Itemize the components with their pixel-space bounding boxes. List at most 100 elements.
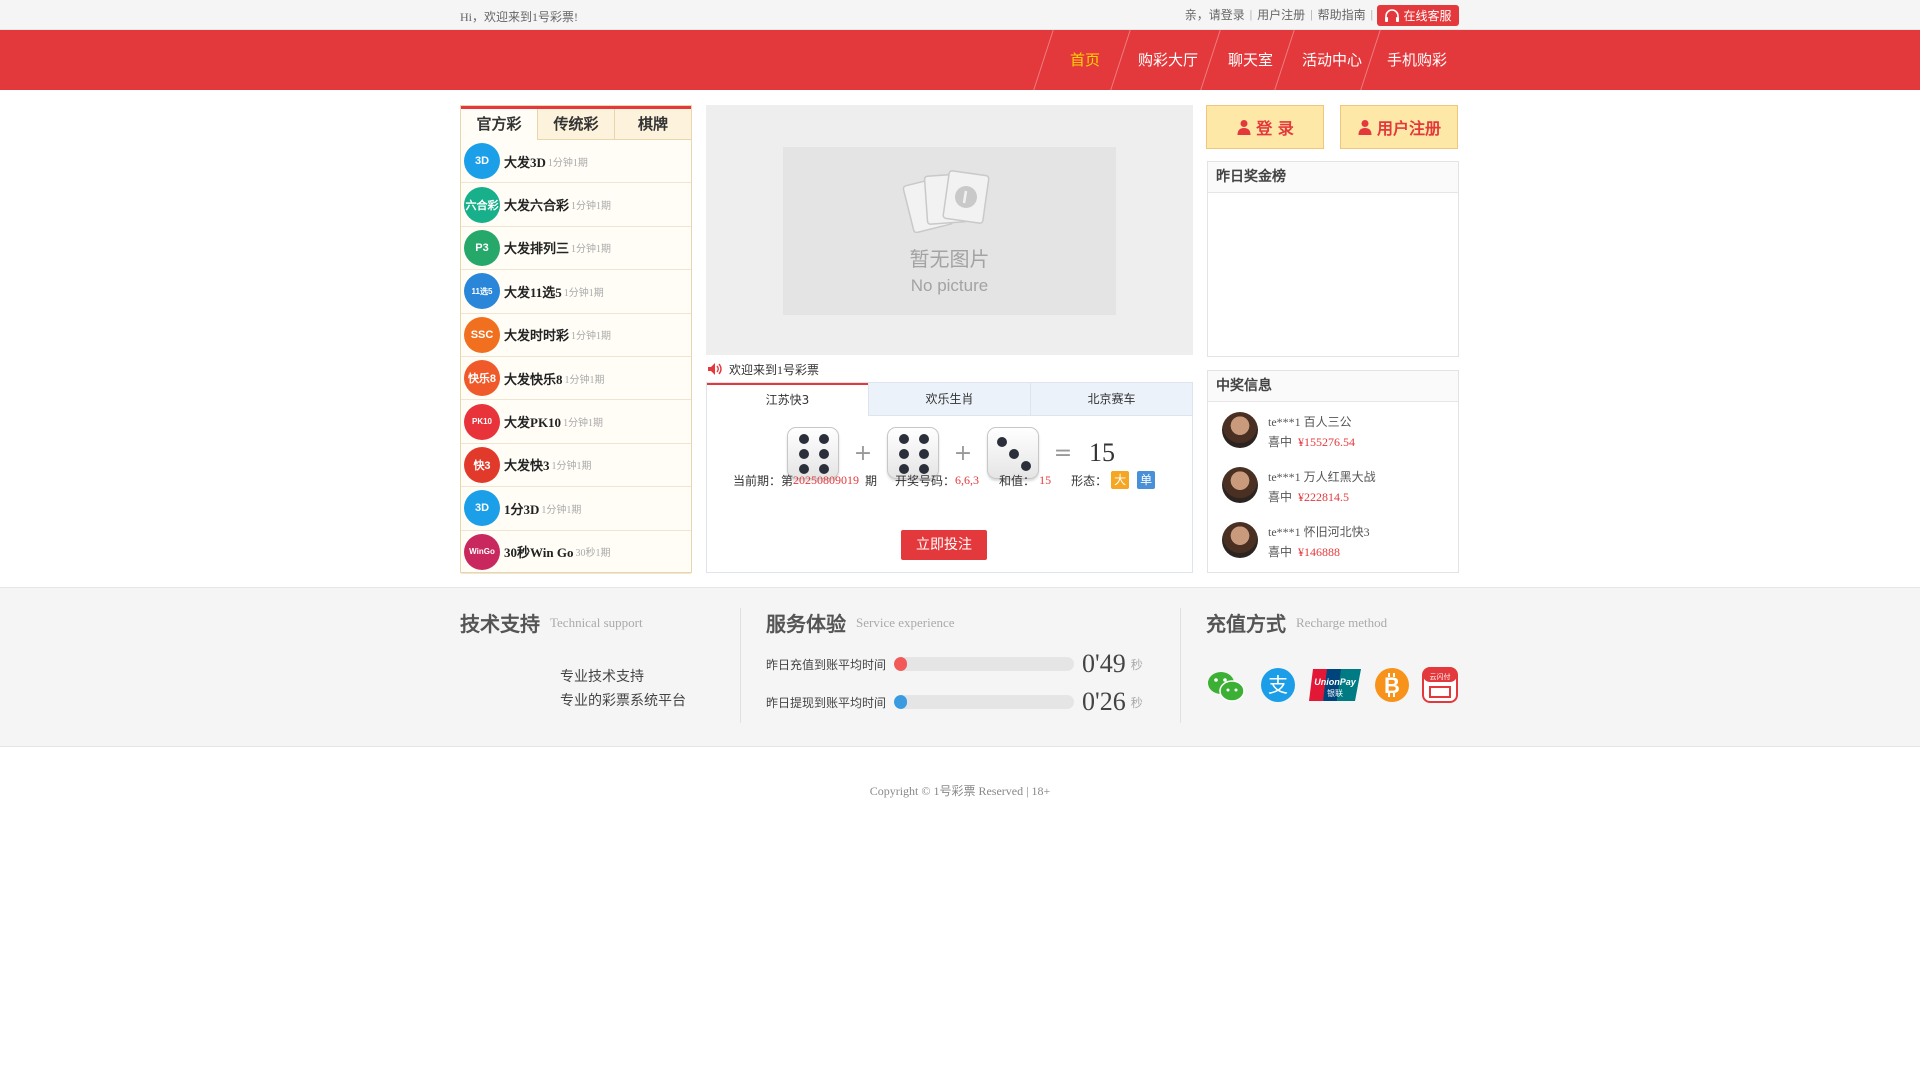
alipay-icon: 支 <box>1260 667 1296 703</box>
help-link[interactable]: 帮助指南 <box>1318 6 1366 23</box>
register-button[interactable]: 用户注册 <box>1340 105 1458 149</box>
lottery-item[interactable]: 3D 1分3D 1分钟1期 <box>461 487 691 531</box>
svg-text:UnionPay: UnionPay <box>1314 677 1357 687</box>
tab-zodiac[interactable]: 欢乐生肖 <box>868 383 1030 416</box>
sum-value: 15 <box>1039 472 1052 487</box>
withdraw-time-unit: 秒 <box>1130 695 1143 710</box>
svg-text:云闪付: 云闪付 <box>1430 672 1451 681</box>
wechat-icon <box>1206 667 1246 707</box>
lottery-item[interactable]: P3 大发排列三 1分钟1期 <box>461 227 691 271</box>
lottery-logo-icon: 3D <box>464 143 500 180</box>
yesterday-prize-panel: 昨日奖金榜 <box>1207 161 1459 357</box>
lottery-period: 1分钟1期 <box>563 287 604 299</box>
divider <box>1180 608 1181 723</box>
die-pip <box>919 434 930 445</box>
recharge-time-row: 昨日充值到账平均时间 0'49 秒 <box>766 649 1143 679</box>
nav-divider <box>1200 30 1221 90</box>
lottery-logo-icon: 3D <box>464 490 500 527</box>
nav-item-lottery-hall[interactable]: 购彩大厅 <box>1138 30 1198 90</box>
withdraw-time-value: 0'26 <box>1082 687 1126 716</box>
bet-now-button[interactable]: 立即投注 <box>901 530 987 560</box>
winner-user: te***1 <box>1268 525 1301 539</box>
lottery-item[interactable]: 3D 大发3D 1分钟1期 <box>461 140 691 184</box>
online-service-label: 在线客服 <box>1403 9 1452 23</box>
tab-traditional[interactable]: 传统彩 <box>537 109 614 140</box>
lottery-logo-icon: WinGo <box>464 533 500 570</box>
main-nav: 首页 购彩大厅 聊天室 活动中心 手机购彩 <box>0 30 1920 90</box>
service-title: 服务体验 <box>766 612 846 636</box>
divider <box>740 608 741 723</box>
nav-divider <box>1360 30 1381 90</box>
winner-item: te***1 万人红黑大战 喜中 ¥222814.5 <box>1208 457 1458 512</box>
plus-sign: + <box>953 440 973 466</box>
login-link[interactable]: 亲，请登录 <box>1185 6 1245 23</box>
lottery-name: 大发PK10 <box>504 415 562 431</box>
winners-list: te***1 百人三公 喜中 ¥155276.54 te***1 万人红黑大战 喜中 ¥2… <box>1208 402 1458 567</box>
nav-item-chatroom[interactable]: 聊天室 <box>1228 30 1273 90</box>
winner-amount: ¥222814.5 <box>1298 490 1350 504</box>
online-service-button[interactable]: 在线客服 <box>1377 5 1459 26</box>
nav-item-home[interactable]: 首页 <box>1070 30 1100 90</box>
withdraw-time-label: 昨日提现到账平均时间 <box>766 695 887 710</box>
tab-jiangsu-k3[interactable]: 江苏快3 <box>707 383 868 416</box>
lottery-name: 大发11选5 <box>504 284 562 300</box>
avatar <box>1222 522 1258 558</box>
recharge-time-value: 0'49 <box>1082 649 1126 678</box>
copyright: Copyright © 1号彩票 Reserved | 18+ <box>869 784 1051 798</box>
lottery-item[interactable]: WinGo 30秒Win Go 30秒1期 <box>461 531 691 574</box>
tab-chess[interactable]: 棋牌 <box>614 109 691 140</box>
won-label: 喜中 <box>1268 545 1293 559</box>
period-suffix: 期 <box>865 473 878 488</box>
lottery-item[interactable]: 六合彩 大发六合彩 1分钟1期 <box>461 183 691 227</box>
lottery-period: 1分钟1期 <box>564 374 605 386</box>
odd-badge: 单 <box>1137 471 1156 489</box>
lottery-name: 大发3D <box>504 154 546 170</box>
unionpay-icon: UnionPay 银联 <box>1307 667 1363 703</box>
footer-info-band: 技术支持 Technical support 专业技术支持 专业的彩票系统平台 … <box>0 587 1920 747</box>
recharge-subtitle: Recharge method <box>1296 615 1388 630</box>
draw-tabs: 江苏快3 欢乐生肖 北京赛车 <box>707 383 1192 416</box>
die-pip <box>898 434 909 445</box>
lottery-list-panel: 官方彩 传统彩 棋牌 3D 大发3D 1分钟1期 六合彩 大发六合彩 1分钟1期 P3 大发排… <box>460 105 692 574</box>
winner-item: te***1 百人三公 喜中 ¥155276.54 <box>1208 402 1458 457</box>
winner-amount: ¥146888 <box>1298 545 1341 559</box>
tab-beijing-racing[interactable]: 北京赛车 <box>1030 383 1192 416</box>
lottery-item[interactable]: PK10 大发PK10 1分钟1期 <box>461 400 691 444</box>
svg-text:支: 支 <box>1268 673 1288 697</box>
shape-label: 形态： <box>1071 473 1108 488</box>
svg-text:B: B <box>1384 673 1400 698</box>
tab-official[interactable]: 官方彩 <box>461 109 537 140</box>
lottery-tabs: 官方彩 传统彩 棋牌 <box>461 106 691 140</box>
lottery-item[interactable]: 快乐8 大发快乐8 1分钟1期 <box>461 357 691 401</box>
tech-line-2: 专业的彩票系统平台 <box>560 693 686 709</box>
die-pip <box>1021 461 1032 472</box>
winner-text: te***1 万人红黑大战 喜中 ¥222814.5 <box>1268 467 1376 507</box>
nav-divider <box>1033 30 1054 90</box>
svg-text:银联: 银联 <box>1327 688 1343 698</box>
register-link[interactable]: 用户注册 <box>1257 6 1305 23</box>
lottery-item[interactable]: SSC 大发时时彩 1分钟1期 <box>461 314 691 357</box>
winner-user: te***1 <box>1268 415 1301 429</box>
die-pip <box>798 449 809 459</box>
no-picture-en: No picture <box>910 275 989 295</box>
lottery-name: 30秒Win Go <box>504 545 574 561</box>
cloudpay-icon: 云闪付 <box>1422 667 1458 703</box>
login-button[interactable]: 登 录 <box>1206 105 1324 149</box>
plus-sign: + <box>853 440 873 466</box>
lottery-name: 1分3D <box>504 501 540 517</box>
winner-text: te***1 百人三公 喜中 ¥155276.54 <box>1268 412 1355 452</box>
welcome-text: Hi，欢迎来到1号彩票! <box>460 10 578 24</box>
nav-item-mobile[interactable]: 手机购彩 <box>1387 30 1447 90</box>
lottery-name: 大发快3 <box>504 458 550 474</box>
prize-title: 昨日奖金榜 <box>1208 162 1458 193</box>
nav-item-activity[interactable]: 活动中心 <box>1302 30 1362 90</box>
lottery-name: 大发排列三 <box>504 241 570 257</box>
recharge-time-bar <box>894 657 1075 671</box>
recharge-time-label: 昨日充值到账平均时间 <box>766 657 887 672</box>
lottery-period: 1分钟1期 <box>571 331 612 343</box>
lottery-logo-icon: 快乐8 <box>464 360 500 397</box>
lottery-item[interactable]: 11选5 大发11选5 1分钟1期 <box>461 270 691 314</box>
login-label: 登 录 <box>1256 119 1294 138</box>
lottery-item[interactable]: 快3 大发快3 1分钟1期 <box>461 444 691 488</box>
winners-panel: 中奖信息 te***1 百人三公 喜中 ¥155276.54 te***1 万人红黑大… <box>1207 370 1459 573</box>
